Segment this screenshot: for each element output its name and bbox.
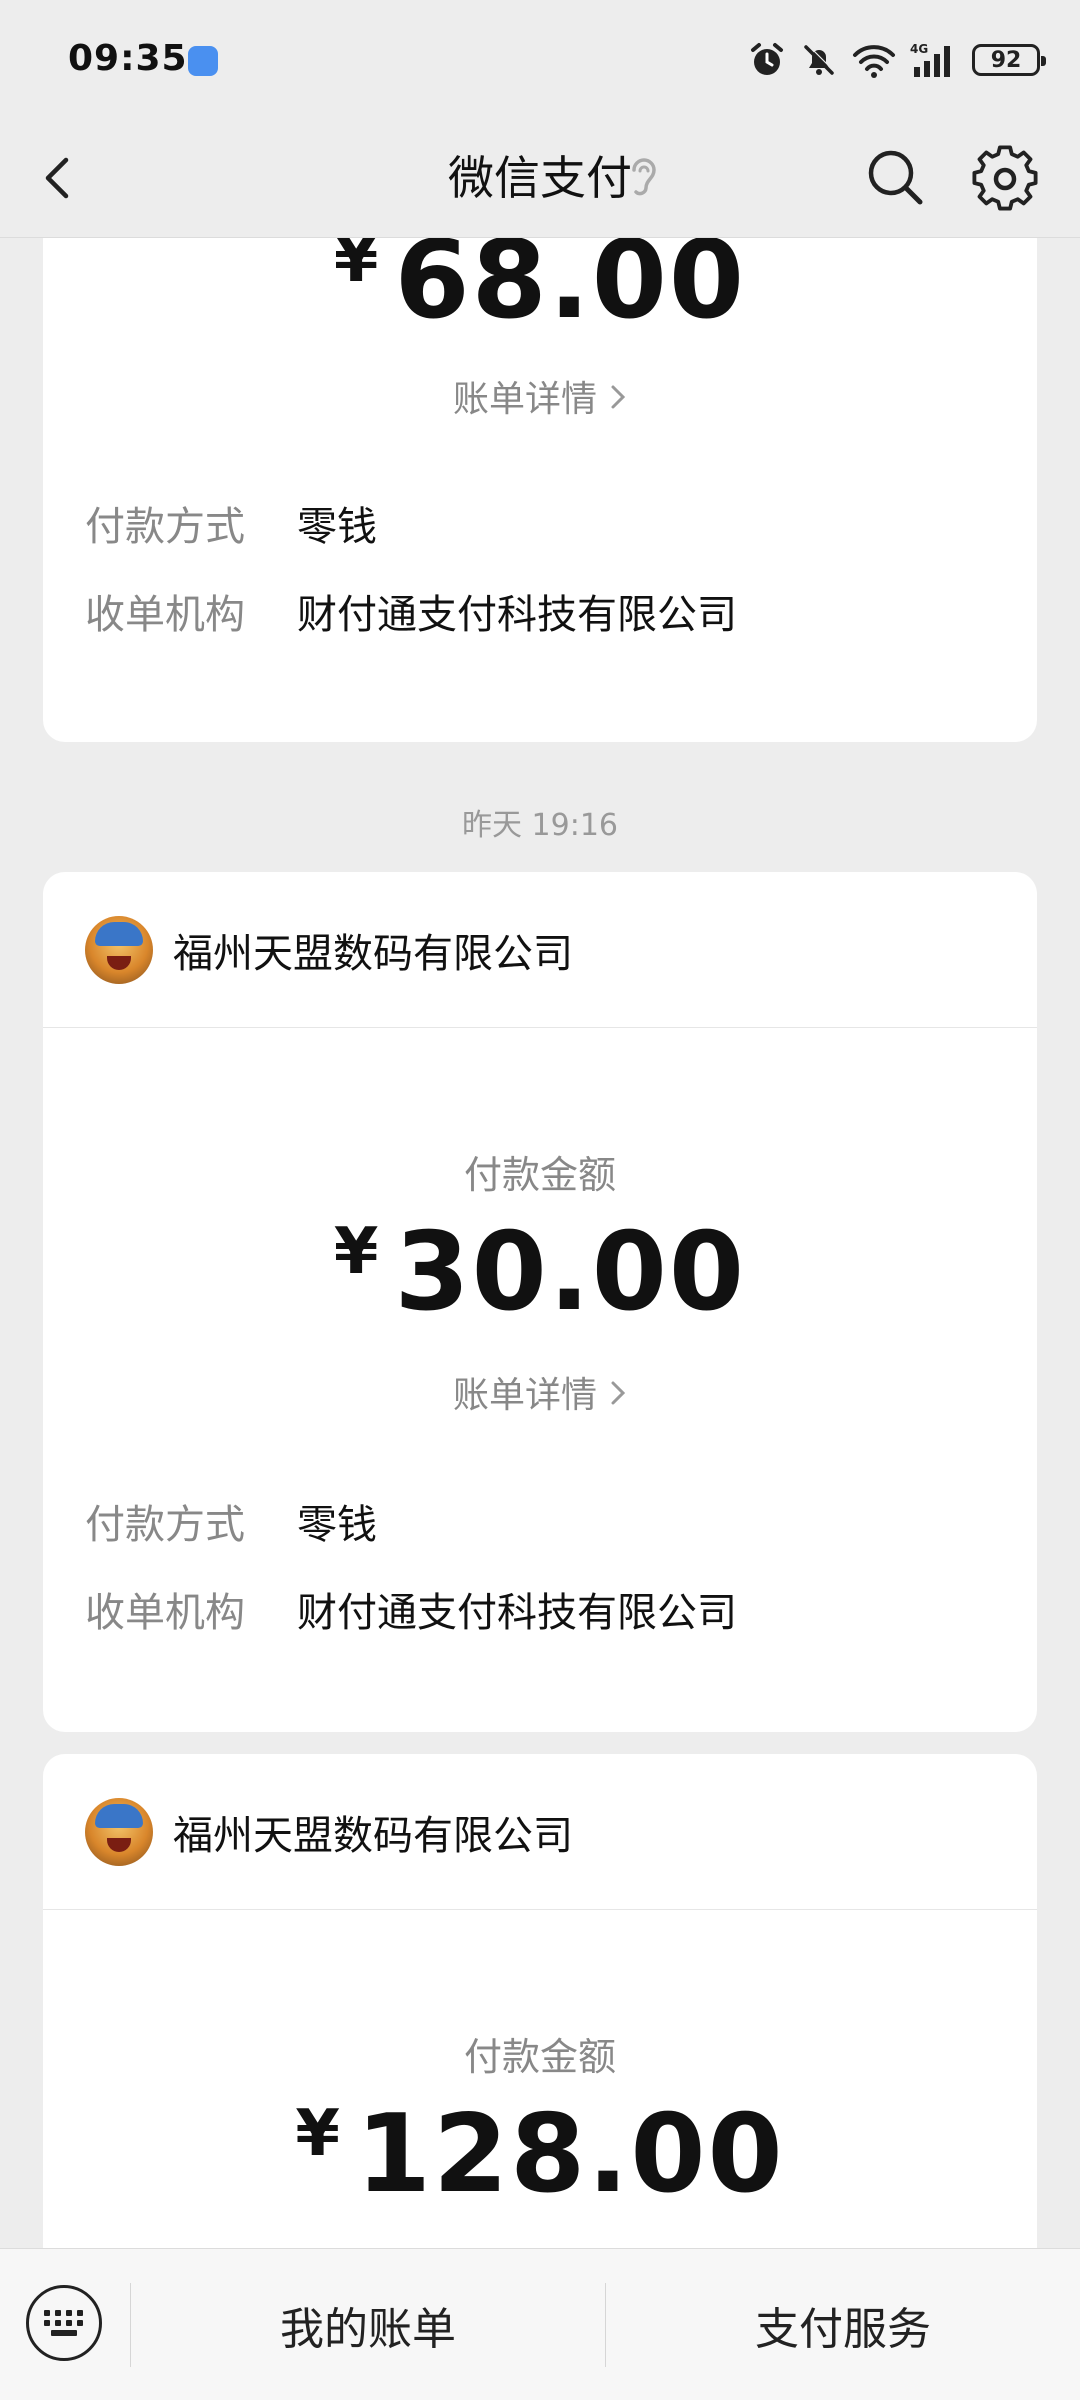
payment-method-row: 付款方式 零钱	[85, 494, 995, 552]
payment-amount: ¥30.00	[43, 1210, 1037, 1335]
acquirer-row: 收单机构 财付通支付科技有限公司	[85, 1580, 995, 1638]
mute-bell-icon	[804, 44, 835, 75]
gear-icon[interactable]	[970, 144, 1040, 214]
bill-detail-link[interactable]: 账单详情	[43, 370, 1037, 422]
row-value: 零钱	[297, 504, 377, 550]
cellular-signal-icon: 4G	[910, 42, 950, 77]
row-key: 收单机构	[85, 1590, 245, 1636]
keyboard-icon	[44, 2310, 83, 2336]
row-key: 付款方式	[85, 1502, 245, 1548]
payment-amount: ¥68.00	[43, 238, 1037, 343]
row-value: 财付通支付科技有限公司	[297, 1590, 737, 1636]
ear-icon[interactable]	[624, 152, 664, 204]
row-value: 零钱	[297, 1502, 377, 1548]
keyboard-toggle-button[interactable]	[26, 2285, 102, 2361]
nav-bar: 微信支付	[0, 118, 1080, 238]
amount-value: 30.00	[394, 1210, 747, 1335]
currency-symbol: ¥	[295, 2097, 342, 2171]
row-key: 付款方式	[85, 504, 245, 550]
amount-value: 68.00	[394, 238, 747, 343]
svg-text:4G: 4G	[910, 42, 928, 56]
chevron-right-icon	[611, 385, 626, 409]
status-bar: 09:35 4G 92	[0, 0, 1080, 118]
merchant-header[interactable]: 福州天盟数码有限公司	[43, 872, 1037, 1028]
bottom-menu-bar: 我的账单 支付服务	[0, 2248, 1080, 2400]
merchant-name: 福州天盟数码有限公司	[173, 930, 573, 977]
merchant-avatar	[85, 915, 153, 984]
merchant-header[interactable]: 福州天盟数码有限公司	[43, 1754, 1037, 1910]
screen: 09:35 4G 92 微信支付 ¥ 68.00 账单详情 付款方式 零钱 收单…	[0, 0, 1080, 2400]
pay-services-button[interactable]: 支付服务	[606, 2249, 1080, 2400]
bill-detail-link[interactable]: 账单详情	[43, 1366, 1037, 1418]
currency-symbol: ¥	[333, 1215, 381, 1289]
chevron-right-icon	[611, 1381, 626, 1405]
merchant-name: 福州天盟数码有限公司	[173, 1812, 573, 1859]
search-icon[interactable]	[862, 144, 928, 210]
my-bills-button[interactable]: 我的账单	[131, 2249, 605, 2400]
amount-label: 付款金额	[463, 2035, 616, 2079]
battery-level: 92	[990, 47, 1022, 73]
row-value: 财付通支付科技有限公司	[297, 592, 737, 638]
status-time: 09:35	[68, 38, 188, 79]
wifi-icon	[853, 45, 895, 78]
amount-label: 付款金额	[463, 1153, 616, 1197]
currency-symbol: ¥	[333, 238, 381, 297]
app-notification-icon	[188, 46, 218, 76]
payment-card: 福州天盟数码有限公司 付款金额 ¥30.00 账单详情 付款方式 零钱 收单机构…	[43, 872, 1037, 1732]
battery-indicator: 92	[972, 44, 1046, 76]
amount-value: 128.00	[355, 2092, 785, 2217]
alarm-icon	[751, 43, 783, 75]
row-key: 收单机构	[85, 592, 245, 638]
bill-detail-label: 账单详情	[452, 1375, 597, 1416]
message-timestamp: 昨天 19:16	[462, 808, 618, 843]
payment-card: ¥68.00 账单详情 付款方式 零钱 收单机构 财付通支付科技有限公司	[43, 238, 1037, 742]
merchant-avatar	[85, 1797, 153, 1866]
payment-amount: ¥128.00	[43, 2092, 1037, 2217]
status-icons: 4G 92	[748, 38, 1046, 82]
payment-feed[interactable]: ¥68.00 账单详情 付款方式 零钱 收单机构 财付通支付科技有限公司 昨天 …	[0, 238, 1080, 2248]
payment-method-row: 付款方式 零钱	[85, 1492, 995, 1550]
payment-card: 福州天盟数码有限公司 付款金额 ¥128.00	[43, 1754, 1037, 2248]
acquirer-row: 收单机构 财付通支付科技有限公司	[85, 582, 995, 640]
bill-detail-label: 账单详情	[452, 379, 597, 420]
